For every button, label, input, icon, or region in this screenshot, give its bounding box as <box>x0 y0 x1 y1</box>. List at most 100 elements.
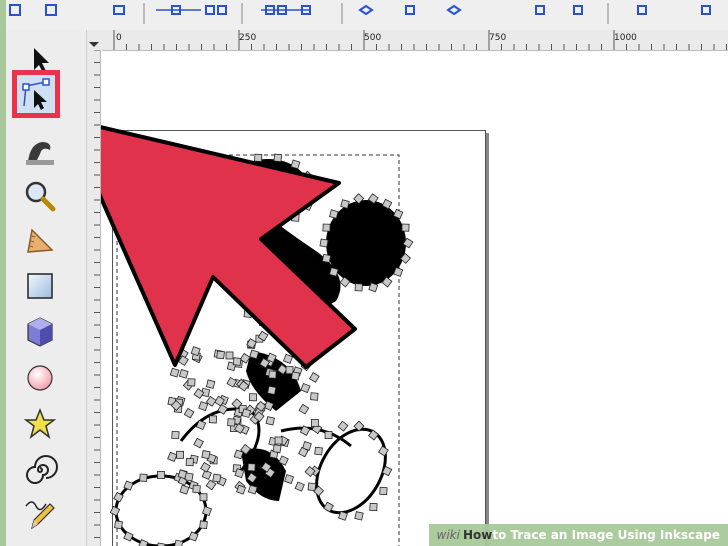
path-node-handle[interactable] <box>324 431 333 439</box>
node-control-icon <box>637 5 647 15</box>
spiral-icon <box>26 455 58 484</box>
wikihow-logo-text: wiki <box>436 528 460 542</box>
path-node-handle[interactable] <box>178 368 189 379</box>
path-node-handle[interactable] <box>208 415 218 424</box>
horizontal-ruler-ticks: 0 250 500 750 1000 <box>113 30 727 50</box>
path-node-handle[interactable] <box>322 223 331 232</box>
spiral-tool-button[interactable] <box>20 450 60 490</box>
path-node-handle[interactable] <box>179 484 190 495</box>
rectangle-tool-button[interactable] <box>20 266 60 306</box>
inkscape-window: 0 250 500 750 1000 wiki How to Trace an … <box>6 0 728 546</box>
measure-tool-button[interactable] <box>20 220 60 260</box>
star-icon <box>23 407 57 439</box>
path-node-handle[interactable] <box>167 451 178 462</box>
path-node-handle[interactable] <box>202 506 212 516</box>
path-node-handle[interactable] <box>200 461 211 473</box>
path-node-handle[interactable] <box>300 382 311 394</box>
path-node-handle[interactable] <box>183 407 195 419</box>
path-node-handle[interactable] <box>249 349 260 360</box>
path-node-handle[interactable] <box>272 444 282 454</box>
path-node-handle[interactable] <box>173 539 184 546</box>
path-node-handle[interactable] <box>171 430 180 440</box>
path-node-handle[interactable] <box>307 482 317 492</box>
node-control-icon <box>45 4 57 16</box>
path-node-handle[interactable] <box>274 436 283 445</box>
node-control-icon <box>358 4 374 16</box>
path-node-handle[interactable] <box>187 378 196 387</box>
path-node-handle[interactable] <box>379 486 388 496</box>
path-node-handle[interactable] <box>232 357 242 366</box>
path-node-handle[interactable] <box>268 370 277 379</box>
wikihow-watermark: wiki How to Trace an Image Using Inkscap… <box>428 524 728 546</box>
path-node-handle[interactable] <box>401 223 410 232</box>
path-node-handle[interactable] <box>254 153 263 162</box>
path-node-handle[interactable] <box>249 393 258 402</box>
path-node-handle[interactable] <box>198 401 209 412</box>
vertical-ruler[interactable] <box>86 49 101 546</box>
path-node-handle[interactable] <box>199 493 208 502</box>
path-node-handle[interactable] <box>169 367 180 378</box>
node-control-icon <box>9 4 21 16</box>
path-node-handle[interactable] <box>340 199 350 209</box>
ellipse-tool-button[interactable] <box>20 358 60 398</box>
tweak-tool-button[interactable] <box>20 130 60 170</box>
path-node-handle[interactable] <box>216 350 225 360</box>
path-node-handle[interactable] <box>267 385 277 395</box>
path-node-handle[interactable] <box>265 416 275 426</box>
path-node-handle[interactable] <box>185 457 194 467</box>
path-node-handle[interactable] <box>329 209 339 219</box>
pencil-tool-button[interactable] <box>20 494 60 534</box>
path-node-handle[interactable] <box>109 505 121 517</box>
node-control-icon <box>701 5 711 15</box>
path-node-handle[interactable] <box>291 371 301 381</box>
path-node-handle[interactable] <box>176 450 184 459</box>
traced-artwork[interactable] <box>101 51 728 546</box>
node-tool-button[interactable] <box>12 70 60 118</box>
path-node-handle[interactable] <box>192 484 201 494</box>
path-node-handle[interactable] <box>227 418 236 427</box>
path-node-handle[interactable] <box>139 473 148 482</box>
path-node-handle[interactable] <box>285 366 294 375</box>
path-node-handle[interactable] <box>247 484 258 495</box>
ruler-tick-label: 1000 <box>614 33 637 43</box>
path-node-handle[interactable] <box>225 351 234 360</box>
path-node-handle[interactable] <box>290 159 301 170</box>
zoom-tool-button[interactable] <box>20 176 60 216</box>
path-node-handle[interactable] <box>311 419 319 427</box>
path-node-handle[interactable] <box>283 353 294 364</box>
path-node-handle[interactable] <box>284 474 295 484</box>
horizontal-ruler[interactable]: 0 250 500 750 1000 <box>102 30 728 51</box>
path-node-handle[interactable] <box>114 520 123 530</box>
node-control-icon <box>217 5 227 15</box>
drawing-canvas[interactable] <box>101 51 728 546</box>
path-node-handle[interactable] <box>354 511 364 521</box>
node-control-icon <box>446 4 462 16</box>
path-node-handle[interactable] <box>193 437 204 449</box>
path-node-handle[interactable] <box>157 471 165 479</box>
path-node-handle[interactable] <box>199 520 208 530</box>
path-node-handle[interactable] <box>212 473 222 483</box>
star-tool-button[interactable] <box>20 404 60 444</box>
ruler-corner-triangle <box>89 42 99 47</box>
red-pointer-arrow <box>101 125 357 369</box>
path-node-handle[interactable] <box>247 463 256 472</box>
3d-box-tool-button[interactable] <box>20 312 60 352</box>
path-node-handle[interactable] <box>184 472 194 482</box>
path-node-handle[interactable] <box>337 420 349 432</box>
path-node-handle[interactable] <box>354 283 363 292</box>
path-node-handle[interactable] <box>201 450 211 460</box>
wikihow-title: to Trace an Image Using Inkscape <box>492 528 720 542</box>
path-node-handle[interactable] <box>273 153 283 163</box>
path-node-handle[interactable] <box>309 372 320 383</box>
path-node-handle[interactable] <box>321 253 332 263</box>
path-node-handle[interactable] <box>205 379 216 389</box>
path-node-handle[interactable] <box>314 446 323 456</box>
path-node-handle[interactable] <box>310 392 319 401</box>
path-node-handle[interactable] <box>329 267 339 277</box>
path-node-handle[interactable] <box>378 445 389 457</box>
path-node-handle[interactable] <box>369 502 378 512</box>
path-node-handle[interactable] <box>241 408 252 418</box>
path-node-handle[interactable] <box>298 403 310 415</box>
path-node-handle[interactable] <box>294 481 305 492</box>
path-node-handle[interactable] <box>319 238 329 248</box>
